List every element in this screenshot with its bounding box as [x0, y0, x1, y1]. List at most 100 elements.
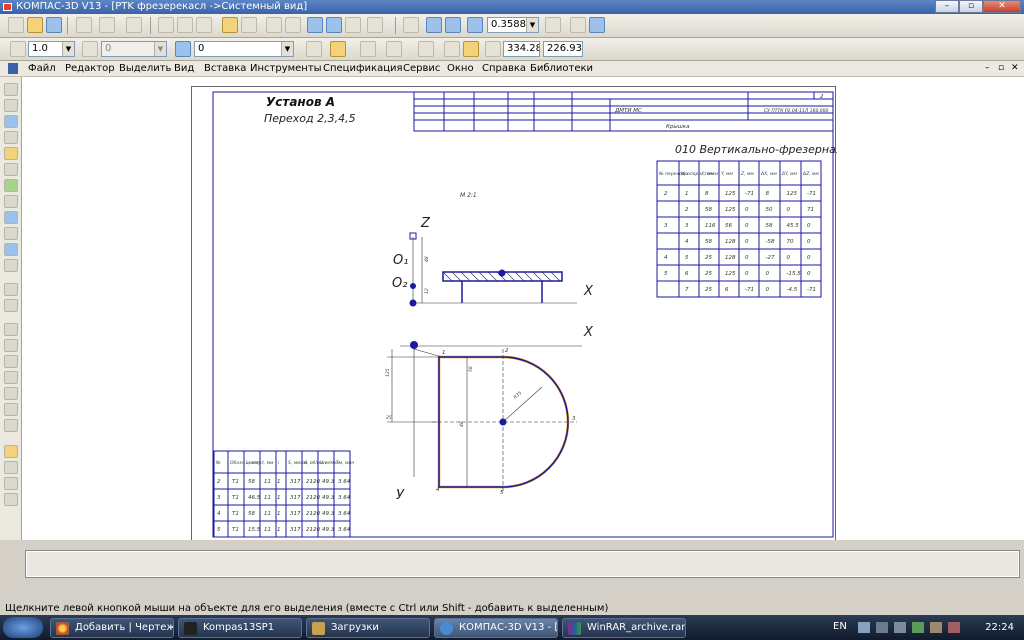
menu-service[interactable]: Сервис [403, 62, 440, 76]
language-indicator[interactable]: EN [833, 621, 847, 632]
ortho-icon[interactable] [360, 41, 376, 57]
tray-arrow-icon[interactable] [858, 622, 870, 633]
local-cs-icon[interactable] [418, 41, 434, 57]
doc-minimize-button[interactable]: – [985, 63, 990, 73]
menu-insert[interactable]: Вставка [204, 62, 246, 76]
table-icon[interactable] [4, 299, 18, 312]
insert-icon[interactable] [4, 259, 18, 272]
report-icon[interactable] [4, 243, 18, 256]
geometry-icon[interactable] [4, 83, 18, 96]
chevron-down-icon: ▼ [526, 18, 538, 32]
zoom-out-icon[interactable] [445, 17, 461, 33]
base-icon[interactable] [4, 339, 18, 352]
task-chrome[interactable]: Добавить | Чертежи... [50, 618, 174, 638]
view-manager-icon[interactable] [589, 17, 605, 33]
open-folder-icon[interactable] [27, 17, 43, 33]
dimensions-icon[interactable] [4, 115, 18, 128]
task-kompas[interactable]: КОМПАС-3D V13 - [... [434, 618, 558, 638]
menu-file[interactable]: Файл [28, 62, 56, 76]
grid-icon[interactable] [386, 41, 402, 57]
maximize-button[interactable]: ▫ [959, 0, 983, 13]
menu-window[interactable]: Окно [447, 62, 474, 76]
position-icon[interactable] [4, 371, 18, 384]
tray-volume-icon[interactable] [894, 622, 906, 633]
copy-icon[interactable] [177, 17, 193, 33]
cut-icon[interactable] [158, 17, 174, 33]
lightning-icon[interactable] [4, 445, 18, 458]
menu-specification[interactable]: Спецификация [323, 62, 403, 76]
properties-icon[interactable] [222, 17, 238, 33]
tray-network-icon[interactable] [876, 622, 888, 633]
doc-close-button[interactable]: ✕ [1011, 63, 1019, 73]
o2-label: O₂ [392, 276, 407, 291]
ortho-mode-icon[interactable] [444, 41, 460, 57]
help-pointer-icon[interactable] [367, 17, 383, 33]
tray-app-icon[interactable] [948, 622, 960, 633]
mode-table-header: i [278, 460, 280, 466]
clock[interactable]: 22:24 [985, 622, 1014, 633]
print-preview-icon[interactable] [99, 17, 115, 33]
select-icon[interactable] [4, 211, 18, 224]
style-combo[interactable]: 0 ▼ [194, 41, 294, 57]
param-icon[interactable] [4, 179, 18, 192]
close-button[interactable]: ✕ [983, 0, 1021, 13]
edit-icon[interactable] [4, 163, 18, 176]
zoom-combo[interactable]: 0.3588 ▼ [487, 17, 539, 33]
hatch-icon[interactable] [4, 131, 18, 144]
zoom-all-icon[interactable] [467, 17, 483, 33]
roughness-icon[interactable] [4, 323, 18, 336]
pan-icon[interactable] [545, 17, 561, 33]
fx-icon[interactable] [345, 17, 361, 33]
variables-icon[interactable] [326, 17, 342, 33]
leader-icon[interactable] [4, 355, 18, 368]
redo-icon[interactable] [285, 17, 301, 33]
spec-icon[interactable] [4, 227, 18, 240]
properties-panel[interactable] [25, 550, 1020, 578]
paste-icon[interactable] [196, 17, 212, 33]
zoom-window-icon[interactable] [403, 17, 419, 33]
text-icon[interactable] [4, 283, 18, 296]
menu-libraries[interactable]: Библиотеки [530, 62, 593, 76]
task-winrar[interactable]: WinRAR_archive.rar -... [562, 618, 686, 638]
drawing-sheet[interactable]: ДМТИ МС СУ ПТТК Р2.04-11Л 160.000 Крышка… [191, 86, 843, 543]
snap-toggle-icon[interactable] [463, 41, 479, 57]
x-coordinate-field[interactable]: 334.288 [503, 41, 540, 57]
task-kompas-folder[interactable]: Kompas13SP1 [178, 618, 302, 638]
manager-icon[interactable] [126, 17, 142, 33]
doc-restore-button[interactable]: ▫ [998, 63, 1004, 73]
layer-combo[interactable]: 0 ▼ [101, 41, 167, 57]
layer-style-icon[interactable] [175, 41, 191, 57]
undo-icon[interactable] [266, 17, 282, 33]
menu-view[interactable]: Вид [174, 62, 194, 76]
start-button[interactable] [3, 617, 43, 638]
edit-list-icon[interactable] [241, 17, 257, 33]
tray-flag-icon[interactable] [930, 622, 942, 633]
tolerance-icon[interactable] [4, 387, 18, 400]
center-mark-icon[interactable] [4, 461, 18, 474]
tray-battery-icon[interactable] [912, 622, 924, 633]
designations-icon[interactable] [4, 147, 18, 160]
new-document-icon[interactable] [8, 17, 24, 33]
measure-icon[interactable] [4, 195, 18, 208]
refresh-icon[interactable] [570, 17, 586, 33]
menu-tools[interactable]: Инструменты [250, 62, 322, 76]
arrow-icon[interactable] [4, 403, 18, 416]
task-downloads[interactable]: Загрузки [306, 618, 430, 638]
zoom-in-icon[interactable] [426, 17, 442, 33]
minimize-button[interactable]: – [935, 0, 959, 13]
line-scale-combo[interactable]: 1.0 ▼ [28, 41, 75, 57]
save-icon[interactable] [46, 17, 62, 33]
menu-help[interactable]: Справка [482, 62, 526, 76]
break-line-icon[interactable] [4, 493, 18, 506]
document-icon[interactable] [8, 63, 18, 74]
wave-line-icon[interactable] [4, 477, 18, 490]
cut-line-icon[interactable] [4, 419, 18, 432]
y-coordinate-field[interactable]: 226.936 [543, 41, 583, 57]
point-icon[interactable] [4, 99, 18, 112]
menu-select[interactable]: Выделить [119, 62, 171, 76]
snap-icon[interactable] [330, 41, 346, 57]
menu-editor[interactable]: Редактор [65, 62, 115, 76]
print-icon[interactable] [76, 17, 92, 33]
tree-icon[interactable] [307, 17, 323, 33]
format-icon[interactable] [306, 41, 322, 57]
